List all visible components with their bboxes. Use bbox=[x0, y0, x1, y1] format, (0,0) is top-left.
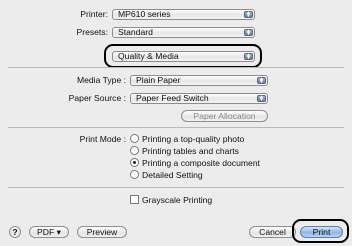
paper-source-value: Paper Feed Switch bbox=[136, 93, 209, 103]
print-mode-option-photo[interactable]: Printing a top-quality photo bbox=[130, 134, 244, 145]
media-type-popup[interactable]: Plain Paper ▲ ▼ bbox=[130, 75, 268, 86]
presets-value: Standard bbox=[118, 27, 153, 37]
print-mode-option-tables[interactable]: Printing tables and charts bbox=[130, 146, 239, 157]
print-mode-option-label: Printing a top-quality photo bbox=[142, 134, 245, 144]
popup-arrows-icon: ▲ ▼ bbox=[257, 95, 266, 102]
popup-arrows-icon: ▲ ▼ bbox=[244, 29, 253, 36]
presets-label: Presets: bbox=[76, 27, 108, 37]
help-button[interactable]: ? bbox=[9, 226, 21, 238]
print-mode-option-label: Detailed Setting bbox=[142, 170, 203, 180]
grayscale-label: Grayscale Printing bbox=[142, 195, 213, 205]
printer-popup[interactable]: MP610 series ▲ ▼ bbox=[112, 9, 255, 20]
print-mode-label: Print Mode : bbox=[79, 134, 126, 144]
cancel-button[interactable]: Cancel bbox=[249, 226, 296, 238]
pdf-button[interactable]: PDF ▾ bbox=[29, 226, 69, 238]
print-mode-option-composite[interactable]: Printing a composite document bbox=[130, 158, 260, 169]
popup-arrows-icon: ▲ ▼ bbox=[257, 77, 266, 84]
presets-popup[interactable]: Standard ▲ ▼ bbox=[112, 27, 255, 38]
printer-label: Printer: bbox=[80, 9, 108, 19]
radio-button-selected[interactable] bbox=[130, 158, 139, 167]
printer-value: MP610 series bbox=[118, 9, 171, 19]
print-mode-option-label: Printing a composite document bbox=[142, 158, 260, 168]
preview-button[interactable]: Preview bbox=[77, 226, 127, 238]
popup-arrows-icon: ▲ ▼ bbox=[244, 11, 253, 18]
divider bbox=[8, 67, 344, 68]
radio-button[interactable] bbox=[130, 134, 139, 143]
grayscale-option[interactable]: Grayscale Printing bbox=[130, 195, 212, 206]
paper-source-label: Paper Source : bbox=[68, 93, 126, 103]
media-type-value: Plain Paper bbox=[136, 75, 181, 85]
print-mode-option-detailed[interactable]: Detailed Setting bbox=[130, 170, 203, 181]
highlight-ring-panel bbox=[104, 44, 262, 68]
print-mode-option-label: Printing tables and charts bbox=[142, 146, 239, 156]
paper-source-popup[interactable]: Paper Feed Switch ▲ ▼ bbox=[130, 93, 268, 104]
highlight-ring-print bbox=[292, 219, 349, 243]
paper-allocation-button[interactable]: Paper Allocation bbox=[181, 110, 268, 122]
radio-button[interactable] bbox=[130, 170, 139, 179]
divider bbox=[8, 187, 344, 188]
grayscale-checkbox[interactable] bbox=[130, 195, 139, 204]
media-type-label: Media Type : bbox=[76, 75, 126, 85]
radio-button[interactable] bbox=[130, 146, 139, 155]
divider bbox=[8, 127, 344, 128]
